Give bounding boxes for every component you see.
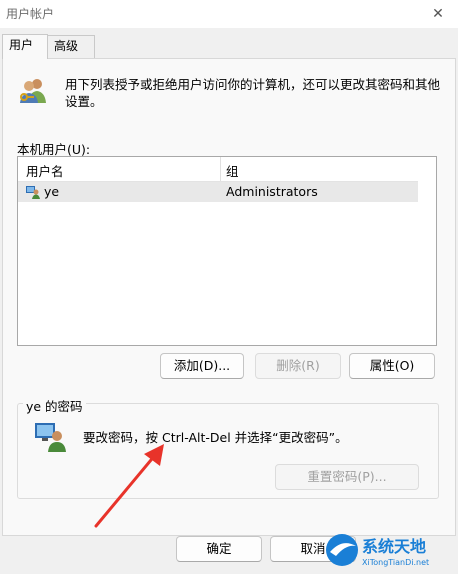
remove-user-button[interactable]: 删除(R): [255, 353, 341, 379]
table-row[interactable]: ye Administrators: [18, 182, 418, 202]
properties-button[interactable]: 属性(O): [349, 353, 435, 379]
cell-group: Administrators: [226, 184, 318, 199]
users-keys-icon: [20, 79, 46, 103]
title-bar: 用户帐户 ✕: [0, 0, 458, 28]
user-icon: [26, 186, 40, 199]
reset-password-button[interactable]: 重置密码(P)...: [275, 464, 419, 490]
user-monitor-icon: [35, 423, 66, 452]
tab-users[interactable]: 用户: [2, 34, 48, 59]
cell-username: ye: [44, 184, 60, 199]
list-header: 用户名 组: [18, 157, 418, 182]
add-user-button[interactable]: 添加(D)...: [160, 353, 244, 379]
column-divider[interactable]: [220, 157, 221, 181]
watermark-site: XiTongTianDi.net: [362, 558, 429, 567]
users-tab-panel: 用下列表授予或拒绝用户访问你的计算机，还可以更改其密码和其他 设置。 本机用户(…: [2, 58, 456, 536]
ok-button[interactable]: 确定: [176, 536, 262, 562]
close-icon: ✕: [432, 6, 444, 22]
column-header-username[interactable]: 用户名: [26, 161, 64, 180]
watermark-logo: 系统天地 XiTongTianDi.net: [326, 534, 429, 567]
users-list[interactable]: 用户名 组 ye Administrators: [17, 156, 437, 346]
intro-description: 用下列表授予或拒绝用户访问你的计算机，还可以更改其密码和其他 设置。: [65, 77, 441, 109]
tab-advanced[interactable]: 高级: [47, 35, 95, 58]
close-button[interactable]: ✕: [418, 0, 458, 28]
window-title: 用户帐户: [6, 7, 55, 21]
annotation-arrow-icon: [94, 444, 164, 528]
password-group-title: ye 的密码: [23, 396, 86, 415]
watermark-name: 系统天地: [362, 537, 426, 556]
column-header-group[interactable]: 组: [226, 161, 239, 180]
